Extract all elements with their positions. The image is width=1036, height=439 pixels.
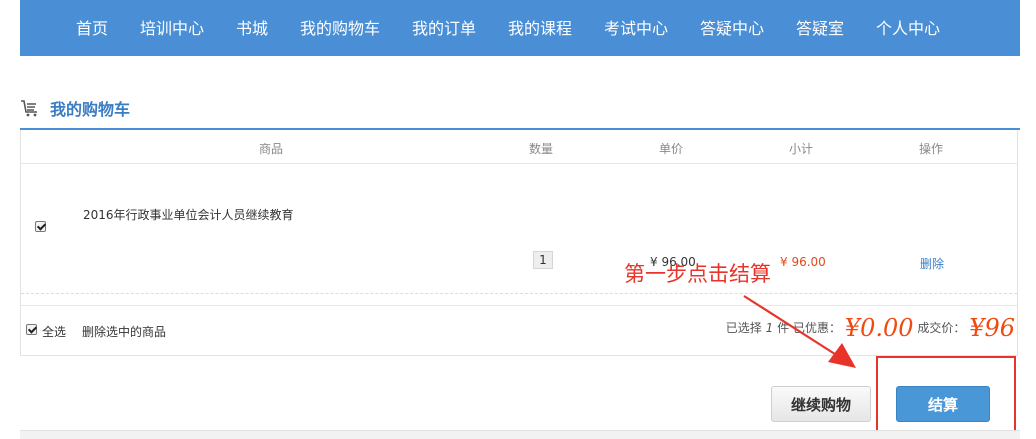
top-navigation: 首页 培训中心 书城 我的购物车 我的订单 我的课程 考试中心 答疑中心 答疑室… (20, 0, 1020, 56)
nav-my-cart[interactable]: 我的购物车 (300, 0, 380, 56)
page-title: 我的购物车 (50, 100, 131, 119)
nav-my-orders[interactable]: 我的订单 (412, 0, 476, 56)
nav-personal[interactable]: 个人中心 (876, 0, 940, 56)
select-all-checkbox[interactable] (26, 324, 37, 335)
delete-link[interactable]: 删除 (920, 255, 944, 272)
header-subtotal: 小计 (789, 142, 814, 156)
section-header: 我的购物车 (20, 94, 1020, 124)
header-quantity: 数量 (529, 142, 554, 156)
header-product: 商品 (259, 142, 284, 156)
nav-qa-room[interactable]: 答疑室 (796, 0, 844, 56)
nav-my-courses[interactable]: 我的课程 (508, 0, 572, 56)
item-name: 2016年行政事业单位会计人员继续教育 (83, 208, 294, 222)
cart-summary: 已选择 1 件 已优惠： ¥0.00 成交价： ¥96 (726, 314, 1015, 342)
table-header: 商品 数量 单价 小计 操作 (21, 130, 1017, 164)
nav-exam-center[interactable]: 考试中心 (604, 0, 668, 56)
nav-qa-center[interactable]: 答疑中心 (700, 0, 764, 56)
delete-selected-link[interactable]: 删除选中的商品 (82, 323, 166, 340)
discount-label: 已优惠： (792, 321, 841, 335)
cart-icon (21, 100, 37, 117)
row-divider (21, 293, 1017, 294)
total-label: 成交价： (917, 321, 966, 335)
nav-training[interactable]: 培训中心 (140, 0, 204, 56)
continue-shopping-button[interactable]: 继续购物 (771, 386, 871, 422)
annotation-step-text: 第一步点击结算 (624, 262, 771, 286)
quantity-field[interactable]: 1 (533, 251, 553, 269)
checkout-button[interactable]: 结算 (896, 386, 990, 422)
item-checkbox[interactable] (35, 221, 46, 232)
cart-table: 商品 数量 单价 小计 操作 2016年行政事业单位会计人员继续教育 1 ¥ 9… (20, 130, 1018, 356)
total-value: ¥96 (969, 314, 1015, 342)
selected-count: 1 (765, 321, 774, 335)
discount-value: ¥0.00 (844, 314, 914, 342)
selected-prefix: 已选择 (725, 321, 762, 335)
selected-suffix: 件 (777, 321, 790, 335)
subtotal: ¥ 96.00 (780, 255, 826, 269)
header-action: 操作 (919, 142, 944, 156)
header-price: 单价 (659, 142, 684, 156)
select-all-label[interactable]: 全选 (42, 323, 66, 340)
nav-bookstore[interactable]: 书城 (236, 0, 268, 56)
cart-footer: 全选 删除选中的商品 已选择 1 件 已优惠： ¥0.00 成交价： ¥96 (21, 305, 1017, 355)
table-row: 2016年行政事业单位会计人员继续教育 1 ¥ 96.00 ¥ 96.00 删除 (21, 164, 1017, 294)
nav-home[interactable]: 首页 (76, 0, 108, 56)
